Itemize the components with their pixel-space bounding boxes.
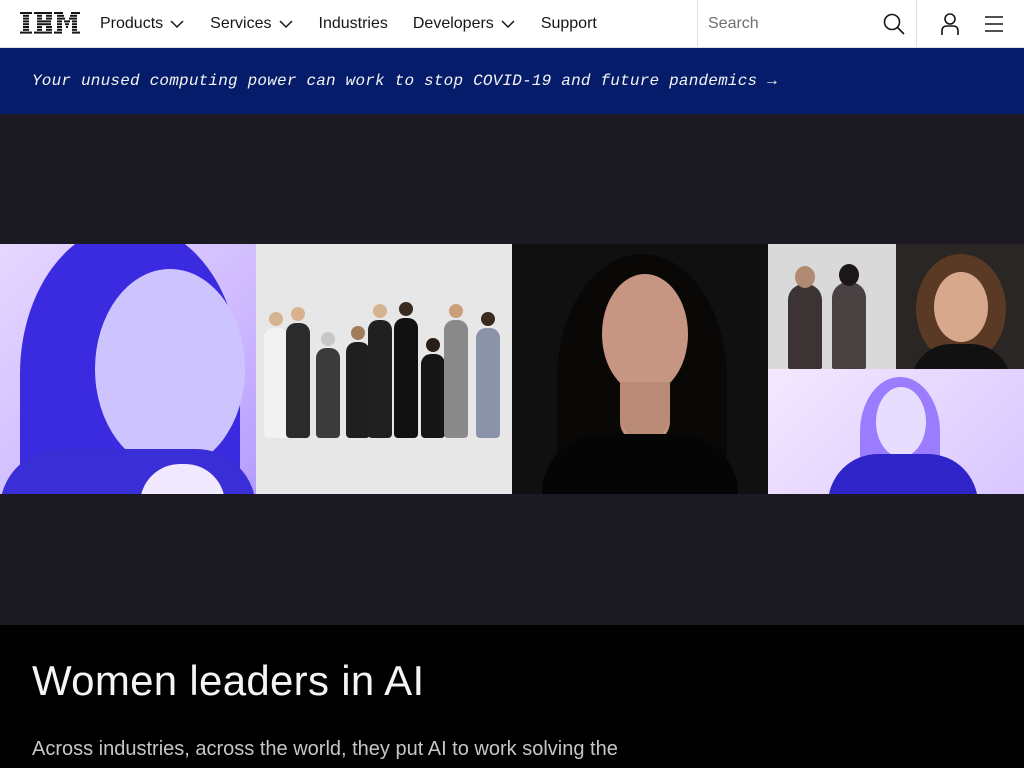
chevron-down-icon xyxy=(170,19,184,28)
ibm-logo-icon xyxy=(20,11,80,34)
hamburger-icon[interactable] xyxy=(982,12,1006,36)
menu-item-developers[interactable]: Developers xyxy=(413,0,516,48)
menu-item-services[interactable]: Services xyxy=(210,0,293,48)
announcement-banner: Your unused computing power can work to … xyxy=(0,48,1024,114)
menu-item-label: Developers xyxy=(412,14,494,32)
hero-collage xyxy=(0,244,1024,494)
menu-item-label: Support xyxy=(540,14,597,32)
ibm-logo[interactable] xyxy=(0,0,100,48)
hero-section xyxy=(0,114,1024,625)
search-box xyxy=(697,0,917,48)
page-title: Women leaders in AI xyxy=(32,657,425,704)
chevron-down-icon xyxy=(501,19,515,28)
menu-item-support[interactable]: Support xyxy=(541,0,597,48)
menu-item-label: Products xyxy=(100,14,164,32)
user-icon[interactable] xyxy=(938,12,962,36)
search-icon[interactable] xyxy=(882,12,906,36)
menu-item-industries[interactable]: Industries xyxy=(319,0,388,48)
portrait-image-1 xyxy=(0,244,256,494)
menu-item-label: Services xyxy=(210,14,272,32)
lead-paragraph: Across industries, across the world, the… xyxy=(32,738,618,768)
search-input[interactable] xyxy=(698,1,868,47)
lead-section: Women leaders in AI Across industries, a… xyxy=(0,625,1024,768)
portrait-image-2 xyxy=(512,244,768,494)
menu-item-label: Industries xyxy=(318,14,388,32)
menu-item-products[interactable]: Products xyxy=(100,0,185,48)
group-photo-image xyxy=(256,244,512,494)
top-navigation: Products Services Industries Developers … xyxy=(0,0,1024,48)
main-menu: Products Services Industries Developers … xyxy=(100,0,597,48)
chevron-down-icon xyxy=(278,19,293,28)
banner-link[interactable]: Your unused computing power can work to … xyxy=(32,72,777,90)
portrait-grid-image xyxy=(768,244,1024,494)
